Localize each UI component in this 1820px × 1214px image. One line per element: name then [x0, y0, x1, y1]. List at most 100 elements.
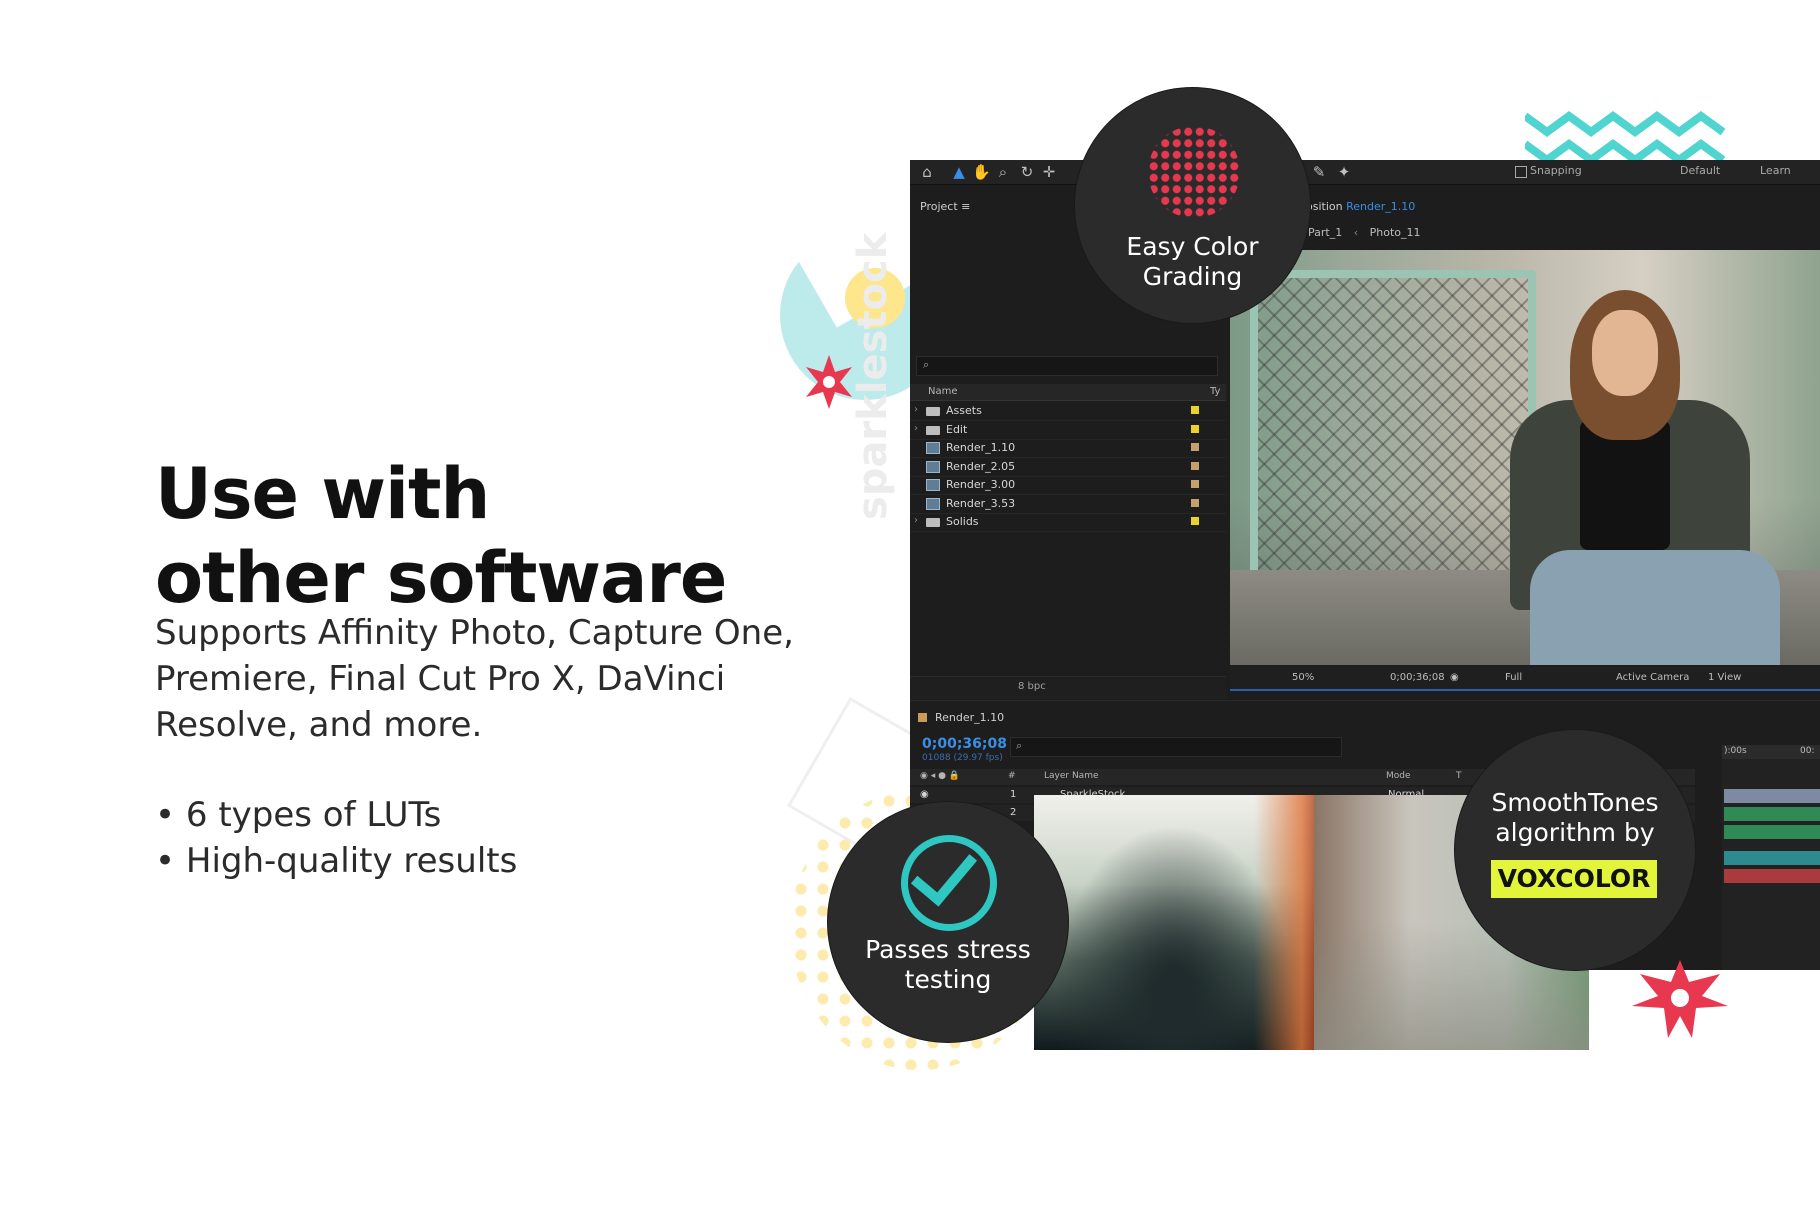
- column-mode[interactable]: Mode: [1386, 771, 1411, 781]
- snapping-label: Snapping: [1530, 164, 1582, 177]
- composition-icon: [926, 442, 940, 454]
- rotate-tool-icon[interactable]: ↻: [1018, 163, 1036, 181]
- project-panel-title[interactable]: Project ≡: [920, 200, 970, 213]
- track-bar[interactable]: [1724, 825, 1820, 839]
- headline-line-2: other software: [155, 536, 727, 619]
- home-icon[interactable]: ⌂: [918, 163, 936, 181]
- breadcrumb-item-part[interactable]: Part_1: [1308, 226, 1342, 239]
- workspace-learn[interactable]: Learn: [1760, 164, 1791, 177]
- photo-person-legs: [1530, 550, 1780, 665]
- viewer-timecode[interactable]: 0;00;36;08: [1390, 672, 1445, 683]
- red-star-icon: [1632, 960, 1728, 1038]
- lut-preview-dark: [1034, 795, 1314, 1050]
- project-search-input[interactable]: ⌕: [916, 356, 1218, 376]
- watermark-text: sparklestock: [850, 232, 896, 520]
- project-item[interactable]: › Assets: [910, 402, 1226, 421]
- timeline-tracks[interactable]: ):00s 00:: [1722, 745, 1820, 970]
- search-icon: ⌕: [1016, 739, 1023, 752]
- bit-depth-label[interactable]: 8 bpc: [1018, 681, 1046, 692]
- chevron-right-icon[interactable]: ›: [914, 423, 918, 434]
- project-item[interactable]: › Edit: [910, 421, 1226, 440]
- timeline-fps: 01088 (29.97 fps): [922, 753, 1003, 763]
- project-item[interactable]: › Solids: [910, 513, 1226, 532]
- project-list-header: Name Ty: [910, 384, 1226, 401]
- badge-grading-text: Easy Color Grading: [1126, 232, 1259, 291]
- layer-visibility-icon[interactable]: ◉: [920, 789, 929, 800]
- badge-smoothtones: SmoothTones algorithm by VOXCOLOR: [1455, 730, 1695, 970]
- snapping-checkbox[interactable]: [1515, 166, 1527, 178]
- timeline-search-input[interactable]: ⌕: [1010, 737, 1342, 757]
- zoom-dropdown[interactable]: 50%: [1292, 672, 1314, 683]
- chevron-right-icon[interactable]: ›: [914, 404, 918, 415]
- composition-icon: [926, 479, 940, 491]
- viewer-controls: 50% 0;00;36;08 ◉ Full Active Camera 1 Vi…: [1230, 667, 1820, 691]
- badge-easy-color-grading: Easy Color Grading: [1075, 88, 1310, 323]
- column-name[interactable]: Name: [928, 386, 958, 397]
- composition-title-prefix: osition: [1306, 200, 1343, 213]
- views-dropdown[interactable]: 1 View: [1708, 672, 1741, 683]
- timeline-current-time[interactable]: 0;00;36;08: [922, 736, 1007, 752]
- red-star-icon: [806, 355, 852, 409]
- comp-color-swatch: [918, 713, 927, 722]
- label-color-swatch[interactable]: [1191, 406, 1199, 414]
- teal-zigzag-icon: [1525, 111, 1726, 160]
- column-type[interactable]: Ty: [1210, 386, 1220, 397]
- selection-tool-icon[interactable]: ▲: [950, 163, 968, 181]
- badge-smooth-text: SmoothTones algorithm by: [1491, 788, 1659, 847]
- composition-icon: [926, 497, 940, 510]
- chevron-right-icon[interactable]: ›: [914, 515, 918, 526]
- label-color-swatch[interactable]: [1191, 424, 1199, 433]
- label-color-swatch[interactable]: [1191, 443, 1199, 451]
- voxcolor-logo: VOXCOLOR: [1491, 860, 1657, 898]
- anchor-tool-icon[interactable]: ✛: [1040, 163, 1058, 181]
- project-title-label: Project: [920, 200, 958, 213]
- project-item-label: Assets: [946, 404, 982, 417]
- badge-stress-text: Passes stress testing: [865, 935, 1031, 994]
- visibility-icon: ◉ ◂ ● 🔒: [920, 771, 961, 781]
- pen-tool-icon[interactable]: ✎: [1310, 163, 1328, 181]
- project-item-label: Render_2.05: [946, 459, 1016, 473]
- composition-viewer[interactable]: [1230, 250, 1820, 665]
- feature-item-luts: 6 types of LUTs: [155, 792, 775, 838]
- workspace-default[interactable]: Default: [1680, 164, 1720, 177]
- breadcrumb-item-photo[interactable]: Photo_11: [1370, 226, 1421, 239]
- label-color-swatch[interactable]: [1191, 461, 1199, 470]
- search-icon: ⌕: [923, 358, 930, 371]
- project-footer: 8 bpc: [910, 676, 1226, 699]
- label-color-swatch[interactable]: [1191, 517, 1199, 525]
- panel-menu-icon[interactable]: ≡: [961, 200, 970, 213]
- project-item[interactable]: Render_3.00: [910, 476, 1226, 495]
- layer-index: 1: [1010, 789, 1017, 800]
- label-color-swatch[interactable]: [1191, 480, 1199, 488]
- project-item[interactable]: Render_3.53: [910, 495, 1226, 514]
- camera-snapshot-icon[interactable]: ◉: [1450, 672, 1459, 683]
- timeline-ruler[interactable]: ):00s 00:: [1722, 745, 1820, 759]
- photo-fence: [1250, 270, 1536, 586]
- folder-icon: [926, 407, 940, 416]
- zoom-tool-icon[interactable]: ⌕: [994, 163, 1012, 181]
- project-item[interactable]: Render_2.05: [910, 458, 1226, 477]
- column-layer-name[interactable]: Layer Name: [1044, 771, 1099, 781]
- project-item[interactable]: Render_1.10: [910, 439, 1226, 458]
- track-bar[interactable]: [1724, 869, 1820, 883]
- composition-icon: [926, 460, 940, 473]
- app-toolbar: ⌂ ▲ ✋ ⌕ ↻ ✛ ✎ ✦ Snapping Default Learn: [910, 160, 1820, 185]
- folder-icon: [926, 518, 940, 527]
- timeline-tab[interactable]: Render_1.10: [918, 711, 1004, 724]
- resolution-dropdown[interactable]: Full: [1505, 672, 1522, 683]
- active-camera-dropdown[interactable]: Active Camera: [1616, 672, 1689, 683]
- composition-tab[interactable]: osition Render_1.10: [1306, 200, 1415, 213]
- layer-index: 2: [1010, 807, 1017, 818]
- track-bar[interactable]: [1724, 789, 1820, 803]
- hand-tool-icon[interactable]: ✋: [972, 163, 991, 181]
- ruler-end-label: 00:: [1800, 746, 1815, 756]
- track-bar[interactable]: [1724, 851, 1820, 865]
- ruler-start-label: ):00s: [1724, 746, 1747, 756]
- pin-tool-icon[interactable]: ✦: [1335, 163, 1353, 181]
- label-color-swatch[interactable]: [1191, 498, 1199, 507]
- track-bar[interactable]: [1724, 807, 1820, 821]
- project-item-label: Edit: [946, 422, 968, 436]
- chevron-left-icon: ‹: [1353, 226, 1359, 239]
- project-item-label: Render_1.10: [946, 441, 1016, 454]
- feature-item-quality: High-quality results: [155, 838, 775, 884]
